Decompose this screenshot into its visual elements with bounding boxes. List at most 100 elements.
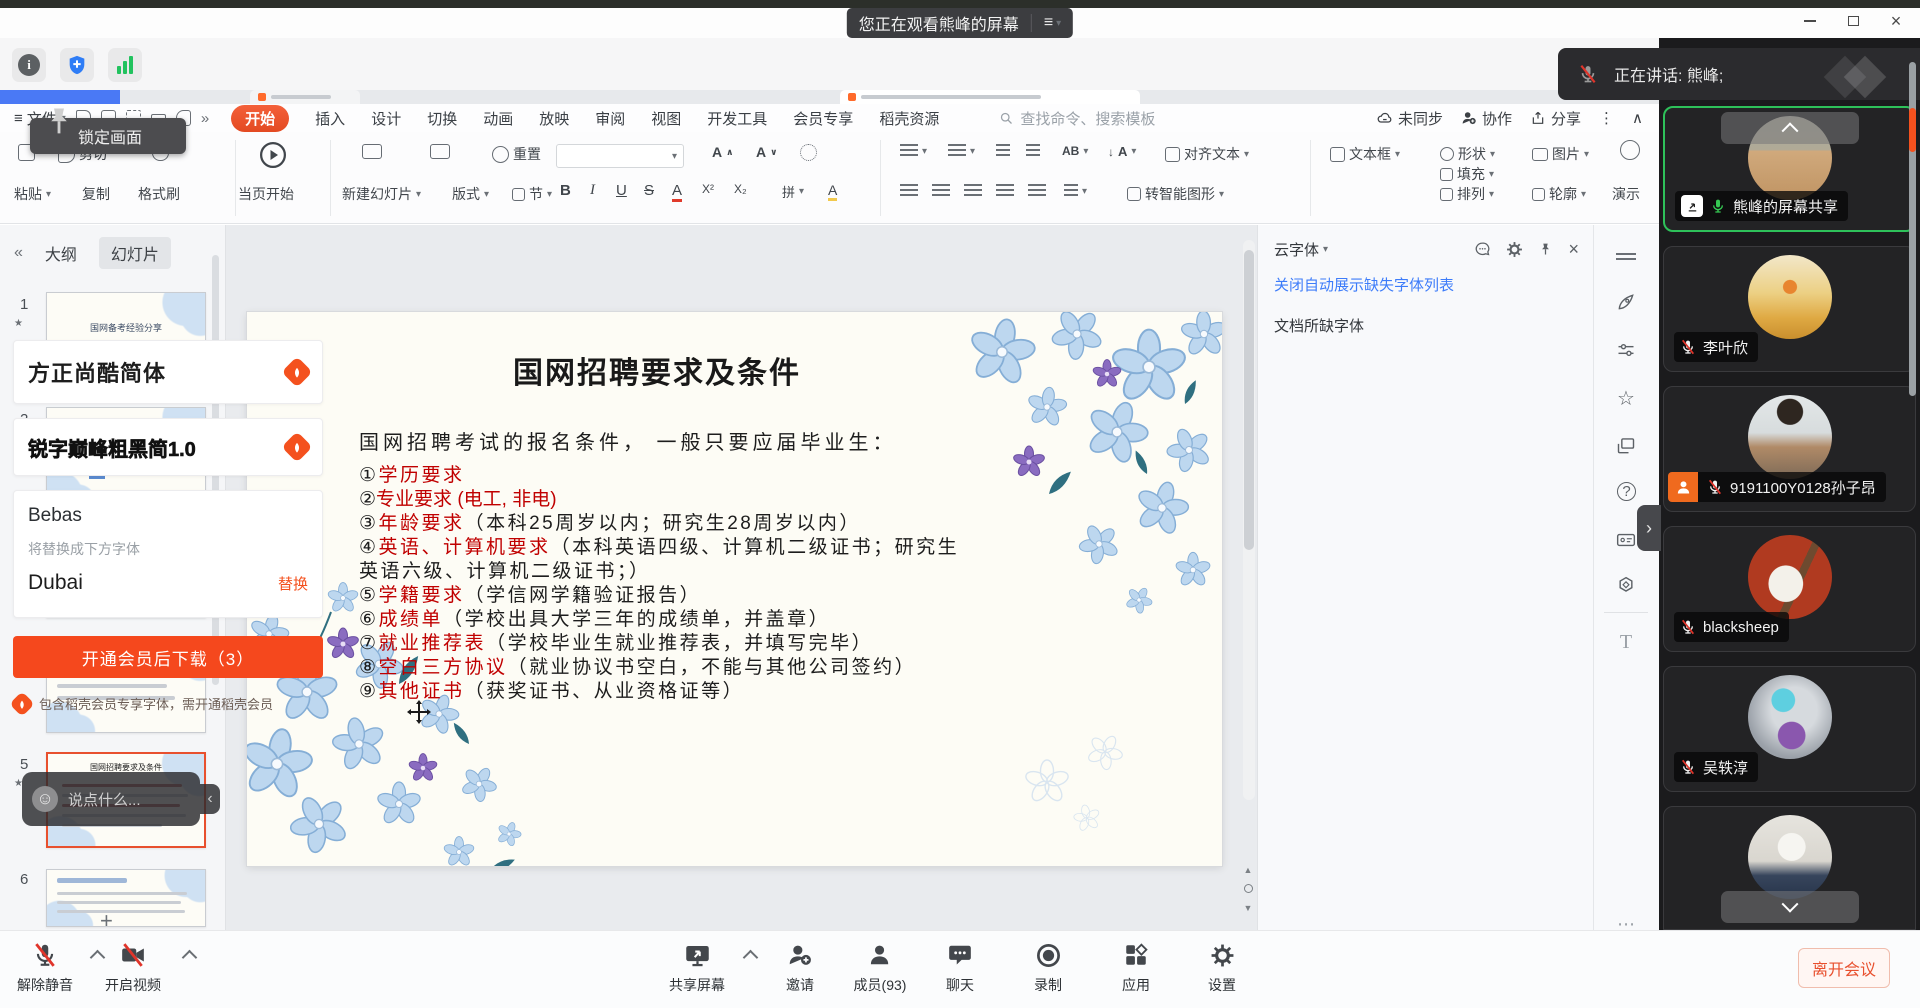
tab-slides[interactable]: 幻灯片 (99, 237, 171, 269)
layout-button[interactable]: 版式▾ (452, 184, 489, 204)
tab-view[interactable]: 视图 (651, 108, 681, 129)
tab-outline[interactable]: 大纲 (41, 237, 81, 269)
fill-button[interactable]: 填充▾ (1440, 164, 1494, 184)
viewing-banner[interactable]: 您正在观看熊峰的屏幕 ≡ ▾ (847, 8, 1073, 38)
member-card-icon[interactable] (1614, 528, 1638, 552)
align-center-icon[interactable] (932, 184, 950, 198)
close-panel-icon[interactable]: × (1568, 239, 1579, 260)
ab-direction-button[interactable]: AB▾ (1062, 144, 1088, 158)
tab-transition[interactable]: 切换 (427, 108, 457, 129)
expand-panel-handle[interactable]: › (1637, 505, 1661, 551)
align-left-icon[interactable] (900, 184, 918, 198)
mirror-screen-icon[interactable] (1614, 434, 1638, 458)
bold-button[interactable]: B (560, 182, 571, 199)
align-right-icon[interactable] (964, 184, 982, 198)
numbered-list-icon[interactable]: ▾ (948, 144, 975, 158)
participant-tile[interactable]: 李叶欣 (1663, 246, 1916, 372)
font-card-2[interactable]: 锐字巅峰粗黑简1.0 (13, 418, 323, 476)
active-document-tab[interactable] (840, 90, 1140, 104)
effects-star-icon[interactable]: ☆ (1614, 386, 1638, 410)
pin-icon[interactable] (1538, 241, 1553, 258)
font-family-select[interactable]: ▾ (556, 144, 684, 168)
more-menu-icon[interactable]: ⋮ (1599, 109, 1614, 127)
close-button[interactable]: × (1881, 12, 1911, 30)
pinyin-guide-button[interactable]: 拼▾ (782, 182, 804, 201)
play-from-page-button[interactable]: 当页开始 (238, 184, 294, 204)
comment-icon[interactable] (1474, 241, 1491, 258)
paste-button[interactable]: 粘贴▾ (14, 184, 51, 204)
more-quick-icons[interactable]: » (201, 110, 209, 127)
collapse-ribbon-icon[interactable]: ∧ (1632, 109, 1643, 127)
info-tray-button[interactable]: i (12, 48, 46, 82)
present-icon[interactable] (1620, 140, 1640, 160)
share-button[interactable]: 分享 (1530, 108, 1581, 129)
participant-tile[interactable]: 9191100Y0128孙子昂 (1663, 386, 1916, 512)
grow-font-button[interactable]: A∧ (712, 144, 733, 160)
scroll-down-button[interactable] (1721, 891, 1859, 923)
members-button[interactable]: 成员(93) (854, 940, 907, 995)
chat-button[interactable]: 聊天 (945, 940, 975, 995)
minimize-button[interactable] (1795, 12, 1825, 30)
participant-tile[interactable]: blacksheep (1663, 526, 1916, 652)
chat-quick-input[interactable]: ☺ 说点什么... (22, 772, 200, 826)
record-button[interactable]: 录制 (1033, 940, 1063, 995)
replace-link[interactable]: 替换 (278, 573, 308, 594)
sync-status[interactable]: 未同步 (1376, 108, 1443, 129)
slide-canvas[interactable]: 国网招聘要求及条件 国网招聘考试的报名条件， 一般只要应届毕业生： ①学历要求 … (247, 312, 1222, 866)
distribute-icon[interactable] (1028, 184, 1046, 198)
new-slide-button[interactable]: 新建幻灯片▾ (342, 184, 421, 204)
download-after-membership-button[interactable]: 开通会员后下载（3） (13, 636, 323, 678)
chevron-down-icon[interactable]: ▾ (1323, 244, 1328, 255)
line-spacing-icon[interactable]: ▾ (1064, 184, 1087, 198)
to-smartart-button[interactable]: 转智能图形▾ (1127, 184, 1224, 204)
help-icon[interactable]: ? (1617, 482, 1636, 501)
banner-menu-button[interactable]: ≡ ▾ (1031, 14, 1061, 32)
apps-button[interactable]: 应用 (1121, 940, 1151, 995)
increase-indent-icon[interactable] (1026, 144, 1040, 158)
maximize-button[interactable] (1838, 12, 1868, 30)
next-slide-button[interactable]: ▼ (1240, 900, 1256, 916)
justify-icon[interactable] (996, 184, 1014, 198)
clear-format-icon[interactable] (800, 144, 817, 161)
chat-collapse-handle[interactable]: ‹ (200, 784, 220, 814)
text-box-button[interactable]: 文本框▾ (1330, 144, 1400, 164)
italic-button[interactable]: I (590, 182, 595, 199)
gear-icon[interactable] (1506, 241, 1523, 258)
collapse-panel-icon[interactable]: « (14, 244, 23, 262)
arrange-button[interactable]: 排列▾ (1440, 184, 1494, 204)
previous-slide-button[interactable]: ▲ (1240, 862, 1256, 878)
start-video-button[interactable]: 开启视频 (105, 940, 161, 995)
outline-style-button[interactable]: 轮廓▾ (1532, 184, 1586, 204)
text-direction-button[interactable]: ↓A▾ (1108, 144, 1136, 159)
present-button[interactable]: 演示 (1612, 184, 1640, 204)
shape-button[interactable]: 形状▾ (1440, 144, 1495, 164)
superscript-button[interactable]: X² (702, 182, 714, 196)
copy-button[interactable]: 复制 (82, 184, 110, 204)
bullet-list-icon[interactable]: ▾ (900, 144, 927, 158)
document-tab[interactable] (250, 90, 360, 104)
tab-member[interactable]: 会员专享 (793, 108, 853, 129)
security-tray-button[interactable] (60, 48, 94, 82)
underline-button[interactable]: U (616, 182, 627, 199)
text-tool-icon[interactable]: T (1614, 630, 1638, 654)
play-from-page-icon[interactable] (258, 140, 288, 170)
font-card-3[interactable]: Bebas 将替换成下方字体 Dubai 替换 (13, 490, 323, 618)
tab-design[interactable]: 设计 (371, 108, 401, 129)
format-painter-button[interactable]: 格式刷 (138, 184, 180, 204)
disable-autoshow-link[interactable]: 关闭自动展示缺失字体列表 (1258, 260, 1593, 295)
decrease-indent-icon[interactable] (996, 144, 1010, 158)
leave-meeting-button[interactable]: 离开会议 (1798, 948, 1890, 988)
participant-tile-sharing[interactable]: 熊峰的屏幕共享 (1663, 106, 1916, 232)
highlight-button[interactable]: A (828, 182, 837, 201)
settings-button[interactable]: 设置 (1207, 940, 1237, 995)
unmute-button[interactable]: 解除静音 (17, 940, 73, 995)
tab-slideshow[interactable]: 放映 (539, 108, 569, 129)
strikethrough-button[interactable]: S (644, 182, 654, 199)
section-button[interactable]: 节▾ (512, 184, 552, 204)
tab-docer[interactable]: 稻壳资源 (879, 108, 939, 129)
reset-button[interactable]: 重置 (492, 144, 541, 164)
rocket-tool-icon[interactable] (1614, 290, 1638, 314)
align-text-button[interactable]: 对齐文本▾ (1165, 144, 1249, 164)
picture-button[interactable]: 图片▾ (1532, 144, 1589, 164)
slide-thumbnail-6[interactable] (46, 869, 206, 927)
